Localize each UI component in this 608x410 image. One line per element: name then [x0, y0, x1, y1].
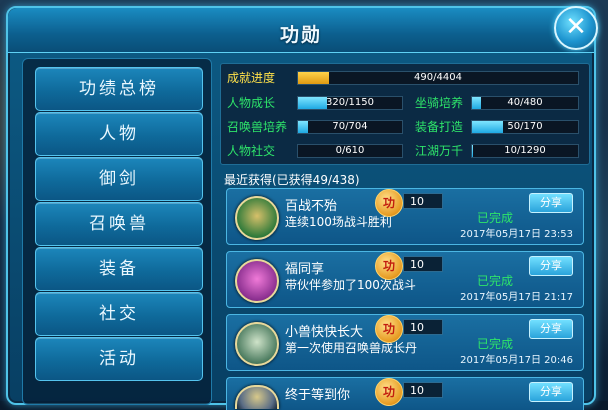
stat-value-jianghu: 10/1290: [504, 145, 546, 156]
nav-item-summon[interactable]: 召唤兽: [35, 202, 203, 246]
nav-item-social[interactable]: 社交: [35, 292, 203, 336]
achievement-name: 百战不殆: [285, 199, 338, 214]
achievement-card: 百战不殆 连续100场战斗胜利 功 10 已完成 分享 2017年05月17日 …: [226, 188, 584, 245]
stat-value-social: 0/610: [335, 145, 365, 156]
achievement-icon: [235, 196, 279, 240]
stat-bar-summon: 70/704: [297, 120, 403, 134]
achievement-desc: 带伙伴参加了100次战斗: [285, 278, 416, 292]
window-title: 功勋: [279, 24, 322, 46]
progress-label: 成就进度: [227, 71, 276, 85]
stat-value-character: 320/1150: [326, 97, 374, 108]
progress-bar: 490/4404: [297, 71, 579, 85]
achievement-icon: [235, 259, 279, 303]
achievement-name: 福同享: [285, 262, 325, 277]
progress-value: 490/4404: [414, 72, 462, 83]
nav-item-equipment[interactable]: 装备: [35, 247, 203, 291]
stat-value-mount: 40/480: [507, 97, 543, 108]
stat-bar-jianghu: 10/1290: [471, 144, 579, 158]
completed-status: 已完成: [477, 337, 514, 351]
achievement-name: 小兽快快长大: [285, 325, 364, 340]
achievement-desc: 连续100场战斗胜利: [285, 215, 392, 229]
title-bar: 功勋: [8, 8, 594, 53]
nav-item-sword[interactable]: 御剑: [35, 157, 203, 201]
stat-label-social: 人物社交: [227, 144, 276, 158]
achievement-date: 2017年05月17日 20:46: [460, 355, 573, 366]
achievement-date: 2017年05月17日 21:17: [460, 292, 573, 303]
stat-label-character: 人物成长: [227, 96, 276, 110]
medal-icon: 功: [375, 315, 403, 343]
achievement-points: 10: [403, 319, 443, 335]
recent-header: 最近获得(已获得49/438): [224, 173, 360, 187]
achievement-points: 10: [403, 193, 443, 209]
stat-bar-character: 320/1150: [297, 96, 403, 110]
share-button[interactable]: 分享: [529, 193, 573, 213]
stat-value-equipment: 50/170: [507, 121, 543, 132]
stat-bar-equipment: 50/170: [471, 120, 579, 134]
stat-label-summon: 召唤兽培养: [227, 120, 288, 134]
category-sidebar: 功绩总榜 人物 御剑 召唤兽 装备 社交 活动: [22, 58, 212, 405]
medal-icon: 功: [375, 252, 403, 280]
achievement-card: 终于等到你 功 10 分享: [226, 377, 584, 410]
stat-bar-mount: 40/480: [471, 96, 579, 110]
achievement-desc: 第一次使用召唤兽成长丹: [285, 341, 418, 355]
share-button[interactable]: 分享: [529, 256, 573, 276]
achievement-points: 10: [403, 382, 443, 398]
nav-item-character[interactable]: 人物: [35, 112, 203, 156]
medal-icon: 功: [375, 378, 403, 406]
nav-item-overall[interactable]: 功绩总榜: [35, 67, 203, 111]
medal-icon: 功: [375, 189, 403, 217]
stat-label-jianghu: 江湖万千: [415, 144, 464, 158]
achievement-icon: [235, 322, 279, 366]
achievement-window: 功勋 ✕ 功绩总榜 人物 御剑 召唤兽 装备 社交 活动 成就进度 490/44…: [6, 6, 598, 410]
achievement-card: 小兽快快长大 第一次使用召唤兽成长丹 功 10 已完成 分享 2017年05月1…: [226, 314, 584, 371]
achievement-date: 2017年05月17日 23:53: [460, 229, 573, 240]
completed-status: 已完成: [477, 211, 514, 225]
stat-label-equipment: 装备打造: [415, 120, 464, 134]
nav-item-activity[interactable]: 活动: [35, 337, 203, 381]
achievement-name: 终于等到你: [285, 388, 351, 403]
stat-bar-social: 0/610: [297, 144, 403, 158]
close-button[interactable]: ✕: [554, 6, 598, 50]
achievement-points: 10: [403, 256, 443, 272]
stats-panel: 成就进度 490/4404 人物成长 320/1150 坐骑培养 40/480 …: [220, 63, 590, 165]
achievement-icon: [235, 385, 279, 409]
main-panel: 成就进度 490/4404 人物成长 320/1150 坐骑培养 40/480 …: [220, 63, 592, 410]
share-button[interactable]: 分享: [529, 382, 573, 402]
stat-value-summon: 70/704: [332, 121, 368, 132]
stat-label-mount: 坐骑培养: [415, 96, 464, 110]
share-button[interactable]: 分享: [529, 319, 573, 339]
completed-status: 已完成: [477, 274, 514, 288]
achievement-card: 福同享 带伙伴参加了100次战斗 功 10 已完成 分享 2017年05月17日…: [226, 251, 584, 308]
